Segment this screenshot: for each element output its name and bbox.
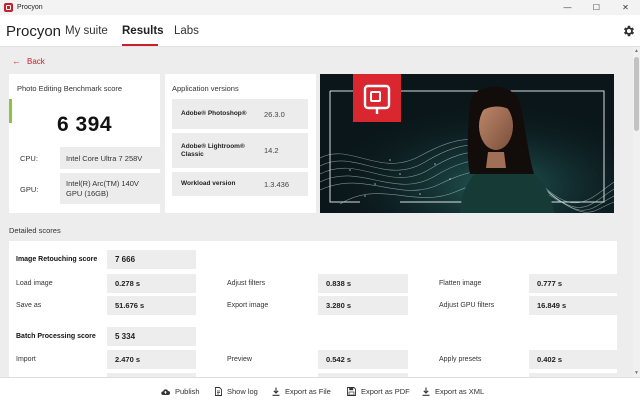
action-footer: Publish Show log Export as File Export a… bbox=[0, 377, 640, 402]
benchmark-hero-image bbox=[320, 74, 614, 213]
workload-label: Workload version bbox=[172, 172, 256, 196]
versions-title: Application versions bbox=[172, 84, 239, 93]
download-icon bbox=[422, 387, 430, 396]
detail-label: Save as bbox=[16, 302, 42, 309]
arrow-left-icon: ← bbox=[12, 56, 21, 66]
scrollbar-thumb[interactable] bbox=[634, 57, 639, 131]
minimize-button[interactable]: — bbox=[553, 0, 582, 15]
detail-value: 51.676 s bbox=[107, 296, 196, 315]
download-icon bbox=[272, 387, 280, 396]
detail-value: 0.402 s bbox=[529, 350, 617, 369]
detailed-scores-title: Detailed scores bbox=[9, 226, 61, 235]
gear-icon[interactable] bbox=[622, 24, 636, 38]
close-button[interactable]: ✕ bbox=[611, 0, 640, 15]
back-label: Back bbox=[27, 56, 45, 66]
lightroom-label: Adobe® Lightroom® Classic bbox=[172, 133, 256, 168]
vertical-scrollbar[interactable]: ▲ ▼ bbox=[633, 47, 640, 377]
show-log-label: Show log bbox=[227, 387, 258, 396]
export-xml-button[interactable]: Export as XML bbox=[422, 387, 484, 396]
photoshop-version: 26.3.0 bbox=[256, 99, 308, 129]
export-pdf-button[interactable]: Export as PDF bbox=[347, 387, 410, 396]
top-navbar: Procyon My suite Results Labs bbox=[0, 15, 640, 47]
detail-value: 0.777 s bbox=[529, 274, 617, 293]
lightroom-version: 14.2 bbox=[256, 133, 308, 168]
document-icon bbox=[215, 387, 222, 396]
app-versions-card: Application versions Adobe® Photoshop® 2… bbox=[165, 74, 316, 213]
publish-label: Publish bbox=[175, 387, 200, 396]
gpu-label: GPU: bbox=[20, 185, 39, 194]
benchmark-score-card: Photo Editing Benchmark score 6 394 CPU:… bbox=[9, 74, 162, 213]
detail-value: 0.838 s bbox=[318, 274, 408, 293]
detail-label: Apply presets bbox=[439, 356, 482, 363]
detail-value: 3.280 s bbox=[318, 296, 408, 315]
scroll-up-icon[interactable]: ▲ bbox=[633, 48, 640, 54]
image-retouching-label: Image Retouching score bbox=[16, 256, 98, 263]
detailed-scores-panel: Image Retouching score 7 666 Load image … bbox=[9, 241, 617, 377]
detail-label: Adjust filters bbox=[227, 280, 266, 287]
image-retouching-score: 7 666 bbox=[107, 250, 196, 269]
tab-labs[interactable]: Labs bbox=[174, 25, 199, 37]
scroll-down-icon[interactable]: ▼ bbox=[633, 370, 640, 376]
cpu-value: Intel Core Ultra 7 258V bbox=[60, 147, 162, 169]
window-title: Procyon bbox=[17, 4, 43, 11]
detail-value: 0.542 s bbox=[318, 350, 408, 369]
hero-illustration bbox=[320, 74, 614, 213]
export-file-label: Export as File bbox=[285, 387, 331, 396]
active-tab-indicator bbox=[122, 44, 158, 46]
window-titlebar: Procyon — ☐ ✕ bbox=[0, 0, 640, 15]
photoshop-label: Adobe® Photoshop® bbox=[172, 99, 256, 129]
tab-my-suite[interactable]: My suite bbox=[65, 25, 108, 37]
save-icon bbox=[347, 387, 356, 396]
export-file-button[interactable]: Export as File bbox=[272, 387, 331, 396]
benchmark-score-value: 6 394 bbox=[56, 113, 113, 136]
show-log-button[interactable]: Show log bbox=[215, 387, 258, 396]
detail-label: Flatten image bbox=[439, 280, 482, 287]
cloud-upload-icon bbox=[161, 388, 170, 395]
maximize-button[interactable]: ☐ bbox=[582, 0, 611, 15]
cpu-label: CPU: bbox=[20, 154, 38, 163]
detail-value: 16.849 s bbox=[529, 296, 617, 315]
tab-results[interactable]: Results bbox=[122, 25, 164, 37]
detail-label: Import bbox=[16, 356, 36, 363]
gpu-value: Intel(R) Arc(TM) 140V GPU (16GB) bbox=[60, 173, 162, 204]
export-xml-label: Export as XML bbox=[435, 387, 485, 396]
back-link[interactable]: ← Back bbox=[12, 56, 45, 66]
app-logo-icon bbox=[4, 3, 13, 12]
export-pdf-label: Export as PDF bbox=[361, 387, 410, 396]
brand-title: Procyon bbox=[6, 23, 62, 40]
detail-label: Adjust GPU filters bbox=[439, 302, 495, 309]
detail-value: 2.470 s bbox=[107, 350, 196, 369]
detail-label: Load image bbox=[16, 280, 53, 287]
detail-value: 0.278 s bbox=[107, 274, 196, 293]
score-label: Photo Editing Benchmark score bbox=[17, 84, 123, 93]
publish-button[interactable]: Publish bbox=[161, 387, 200, 396]
detail-label: Preview bbox=[227, 356, 252, 363]
detail-label: Export image bbox=[227, 302, 269, 309]
workload-version: 1.3.436 bbox=[256, 172, 308, 196]
batch-processing-score: 5 334 bbox=[107, 327, 196, 346]
batch-processing-label: Batch Processing score bbox=[16, 333, 96, 340]
